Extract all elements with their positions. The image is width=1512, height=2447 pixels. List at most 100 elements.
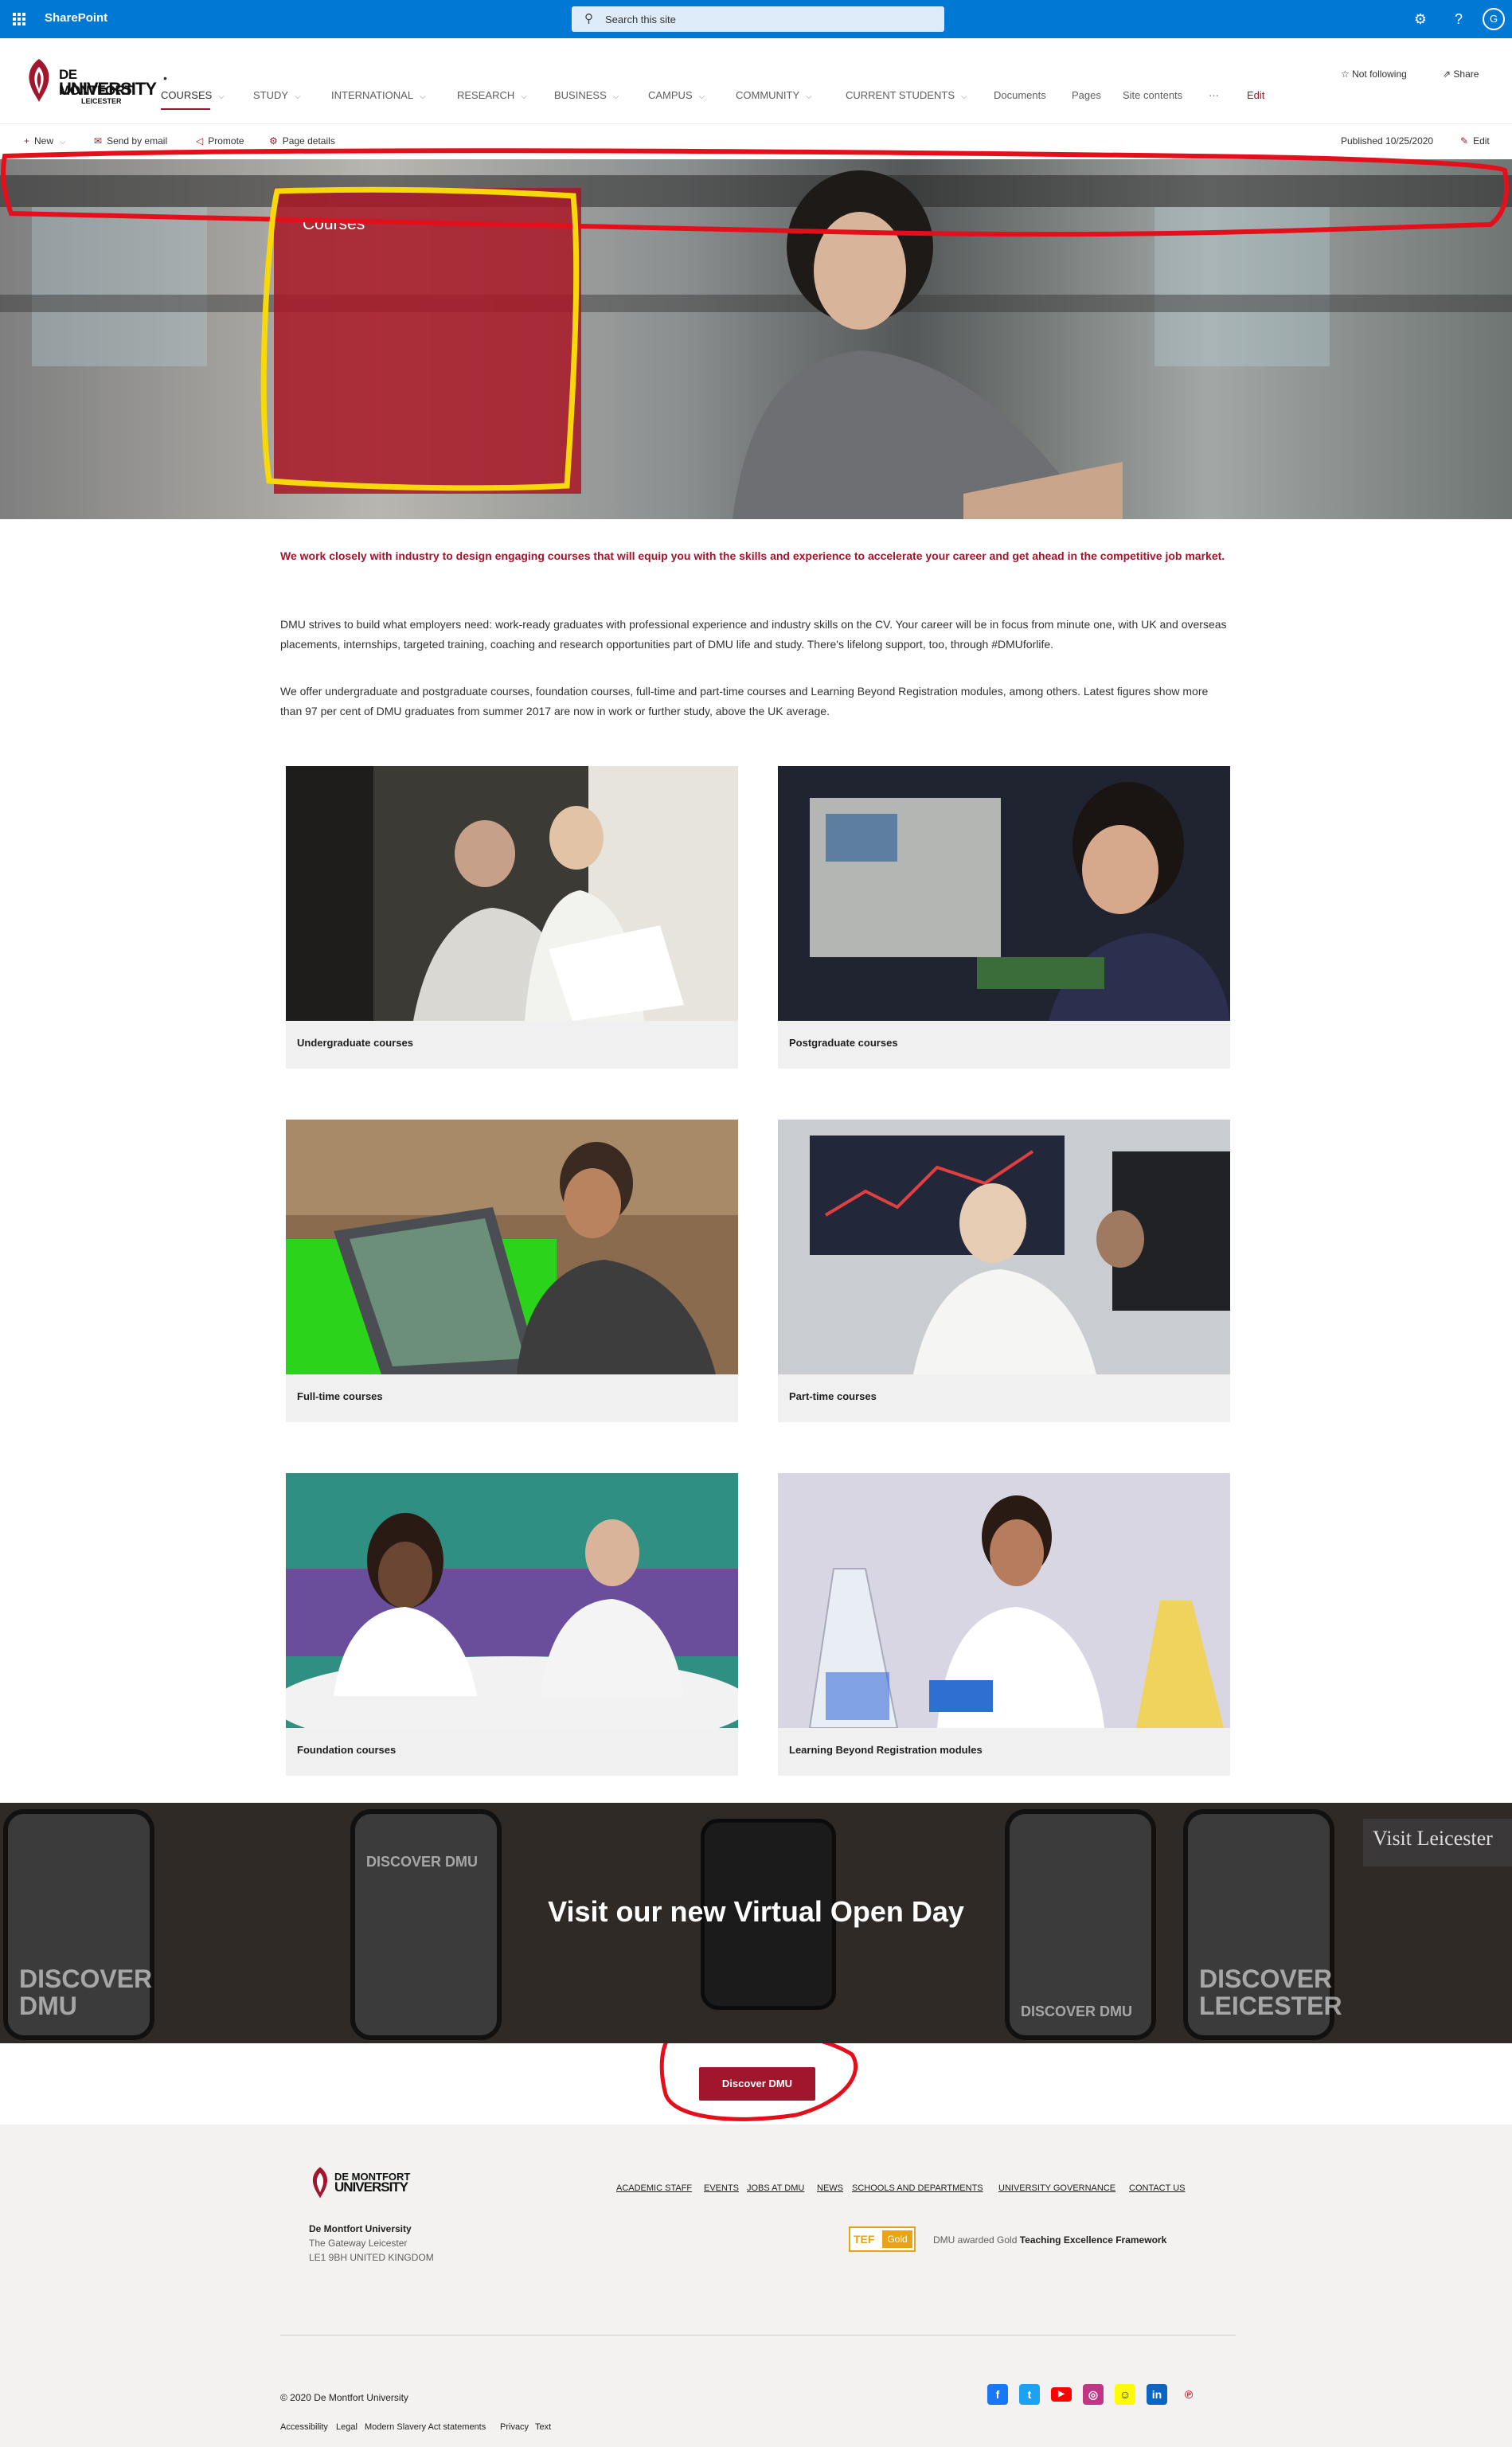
address-line: LE1 9BH UNITED KINGDOM bbox=[309, 2252, 434, 2263]
footer-link-governance[interactable]: UNIVERSITY GOVERNANCE bbox=[998, 2183, 1115, 2193]
nav-label: STUDY bbox=[253, 89, 289, 101]
body-paragraph: DMU strives to build what employers need… bbox=[280, 618, 1227, 651]
page-details-label: Page details bbox=[282, 135, 335, 147]
mail-icon: ✉ bbox=[94, 135, 103, 147]
tef-note: DMU awarded Gold Teaching Excellence Fra… bbox=[933, 2234, 1166, 2246]
search-icon: ⚲ bbox=[584, 12, 593, 25]
youtube-icon[interactable]: ▶ bbox=[1051, 2387, 1072, 2402]
nav-item-site-contents[interactable]: Site contents bbox=[1123, 89, 1182, 101]
instagram-icon[interactable]: ◎ bbox=[1083, 2384, 1104, 2405]
linkedin-icon[interactable]: in bbox=[1147, 2384, 1167, 2405]
card-image bbox=[286, 766, 738, 1021]
star-icon: ☆ bbox=[1341, 68, 1353, 80]
phone-text: DISCOVER LEICESTER bbox=[1199, 1964, 1342, 2020]
chevron-down-icon: ⌵ bbox=[698, 92, 705, 101]
nav-item-international[interactable]: INTERNATIONAL ⌵ bbox=[331, 89, 426, 101]
chevron-down-icon: ⌵ bbox=[218, 92, 225, 101]
snapchat-icon[interactable]: ☺ bbox=[1115, 2384, 1135, 2405]
nav-item-pages[interactable]: Pages bbox=[1072, 89, 1101, 101]
virtual-open-day-banner[interactable]: DISCOVER DMU DISCOVER DMU DISCOVER DMU D… bbox=[0, 1803, 1512, 2043]
nav-item-current-students[interactable]: CURRENT STUDENTS ⌵ bbox=[846, 89, 967, 101]
site-footer: DE MONTFORT UNIVERSITY De Montfort Unive… bbox=[0, 2125, 1512, 2447]
phone-text: DISCOVER DMU bbox=[366, 1854, 479, 1870]
site-logo[interactable]: DE MONTFORT UNIVERSITY LEICESTER bbox=[24, 57, 157, 105]
send-by-email-button[interactable]: ✉ Send by email bbox=[94, 135, 167, 147]
tef-note-prefix: DMU awarded Gold bbox=[933, 2234, 1018, 2246]
promote-button[interactable]: ◁ Promote bbox=[196, 135, 244, 147]
nav-item-documents[interactable]: Documents bbox=[994, 89, 1046, 101]
legal-link-privacy[interactable]: Privacy bbox=[500, 2422, 529, 2432]
app-launcher-icon[interactable] bbox=[13, 13, 25, 25]
command-bar: + New ⌵ ✉ Send by email ◁ Promote ⚙ Page deta… bbox=[0, 124, 1512, 159]
chevron-down-icon: ⌵ bbox=[295, 92, 301, 101]
card-image bbox=[778, 1473, 1230, 1728]
gear-icon: ⚙ bbox=[269, 135, 278, 147]
avatar[interactable]: G bbox=[1483, 8, 1505, 30]
address-line: The Gateway Leicester bbox=[309, 2238, 408, 2249]
suite-bar: SharePoint ⚲ Search this site ⚙ ? G bbox=[0, 0, 1512, 38]
logo-line-3: LEICESTER bbox=[81, 97, 122, 105]
share-button[interactable]: ⇗ Share bbox=[1443, 68, 1479, 80]
footer-link-events[interactable]: EVENTS bbox=[704, 2183, 739, 2193]
course-card-foundation[interactable]: Foundation courses bbox=[286, 1473, 738, 1776]
nav-item-edit[interactable]: Edit bbox=[1247, 89, 1264, 101]
new-label: New bbox=[34, 135, 54, 147]
tef-gold-badge: TEF Gold bbox=[849, 2226, 916, 2252]
search-input[interactable]: ⚲ Search this site bbox=[572, 6, 944, 32]
body-paragraph: We offer undergraduate and postgraduate … bbox=[280, 685, 1209, 717]
course-card-full-time[interactable]: Full-time courses bbox=[286, 1120, 738, 1422]
footer-logo[interactable]: DE MONTFORT UNIVERSITY bbox=[309, 2166, 420, 2201]
new-button[interactable]: + New ⌵ bbox=[24, 135, 66, 147]
legal-link-legal[interactable]: Legal bbox=[336, 2422, 357, 2432]
megaphone-icon: ◁ bbox=[196, 135, 204, 147]
course-card-part-time[interactable]: Part-time courses bbox=[778, 1120, 1230, 1422]
card-label: Learning Beyond Registration modules bbox=[789, 1744, 983, 1756]
chevron-down-icon: ⌵ bbox=[521, 92, 527, 101]
nav-item-campus[interactable]: CAMPUS ⌵ bbox=[648, 89, 705, 101]
nav-item-research[interactable]: RESEARCH ⌵ bbox=[457, 89, 527, 101]
question-icon[interactable]: ? bbox=[1449, 10, 1468, 29]
legal-link-accessibility[interactable]: Accessibility bbox=[280, 2422, 328, 2432]
course-card-learning-beyond-registration[interactable]: Learning Beyond Registration modules bbox=[778, 1473, 1230, 1776]
published-status: Published 10/25/2020 bbox=[1341, 135, 1434, 147]
twitter-icon[interactable]: t bbox=[1019, 2384, 1040, 2405]
footer-divider bbox=[280, 2335, 1236, 2336]
nav-item-business[interactable]: BUSINESS ⌵ bbox=[554, 89, 619, 101]
tef-badge-left: TEF bbox=[854, 2233, 875, 2246]
card-label: Foundation courses bbox=[297, 1744, 397, 1756]
search-placeholder: Search this site bbox=[605, 14, 676, 25]
chevron-down-icon: ⌵ bbox=[420, 92, 426, 101]
chevron-down-icon: ⌵ bbox=[612, 92, 619, 101]
footer-link-academic-staff[interactable]: ACADEMIC STAFF bbox=[616, 2183, 692, 2193]
footer-link-jobs[interactable]: JOBS AT DMU bbox=[747, 2183, 804, 2193]
footer-link-schools[interactable]: SCHOOLS AND DEPARTMENTS bbox=[852, 2183, 983, 2193]
nav-label: INTERNATIONAL bbox=[331, 89, 414, 101]
edit-label: Edit bbox=[1473, 135, 1490, 147]
facebook-icon[interactable]: f bbox=[987, 2384, 1008, 2405]
lead-text: We work closely with industry to design … bbox=[280, 549, 1225, 562]
course-card-postgraduate[interactable]: Postgraduate courses bbox=[778, 766, 1230, 1069]
banner-headline: Visit our new Virtual Open Day bbox=[548, 1895, 964, 1928]
gear-icon[interactable]: ⚙ bbox=[1411, 10, 1430, 29]
footer-link-news[interactable]: NEWS bbox=[817, 2183, 843, 2193]
legal-link-modern-slavery[interactable]: Modern Slavery Act statements bbox=[365, 2422, 486, 2432]
page-details-button[interactable]: ⚙ Page details bbox=[269, 135, 335, 147]
nav-label: COMMUNITY bbox=[736, 89, 800, 101]
nav-item-courses[interactable]: COURSES ⌵ bbox=[161, 89, 225, 110]
discover-dmu-button[interactable]: Discover DMU bbox=[699, 2067, 815, 2101]
card-image bbox=[286, 1120, 738, 1374]
edit-button[interactable]: ✎ Edit bbox=[1460, 135, 1490, 147]
app-name[interactable]: SharePoint bbox=[45, 11, 107, 25]
chevron-down-icon: ⌵ bbox=[961, 92, 967, 101]
course-card-undergraduate[interactable]: Undergraduate courses bbox=[286, 766, 738, 1069]
nav-item-community[interactable]: COMMUNITY ⌵ bbox=[736, 89, 812, 101]
nav-more-button[interactable]: ··· bbox=[1209, 89, 1219, 101]
pinterest-icon[interactable]: ℗ bbox=[1178, 2384, 1199, 2405]
nav-label: RESEARCH bbox=[457, 89, 515, 101]
legal-link-text[interactable]: Text bbox=[535, 2422, 551, 2432]
copyright: © 2020 De Montfort University bbox=[280, 2392, 408, 2403]
nav-item-study[interactable]: STUDY ⌵ bbox=[253, 89, 301, 101]
footer-link-contact[interactable]: CONTACT US bbox=[1129, 2183, 1186, 2193]
follow-button[interactable]: ☆ Not following bbox=[1341, 68, 1407, 80]
card-label: Postgraduate courses bbox=[789, 1037, 898, 1049]
